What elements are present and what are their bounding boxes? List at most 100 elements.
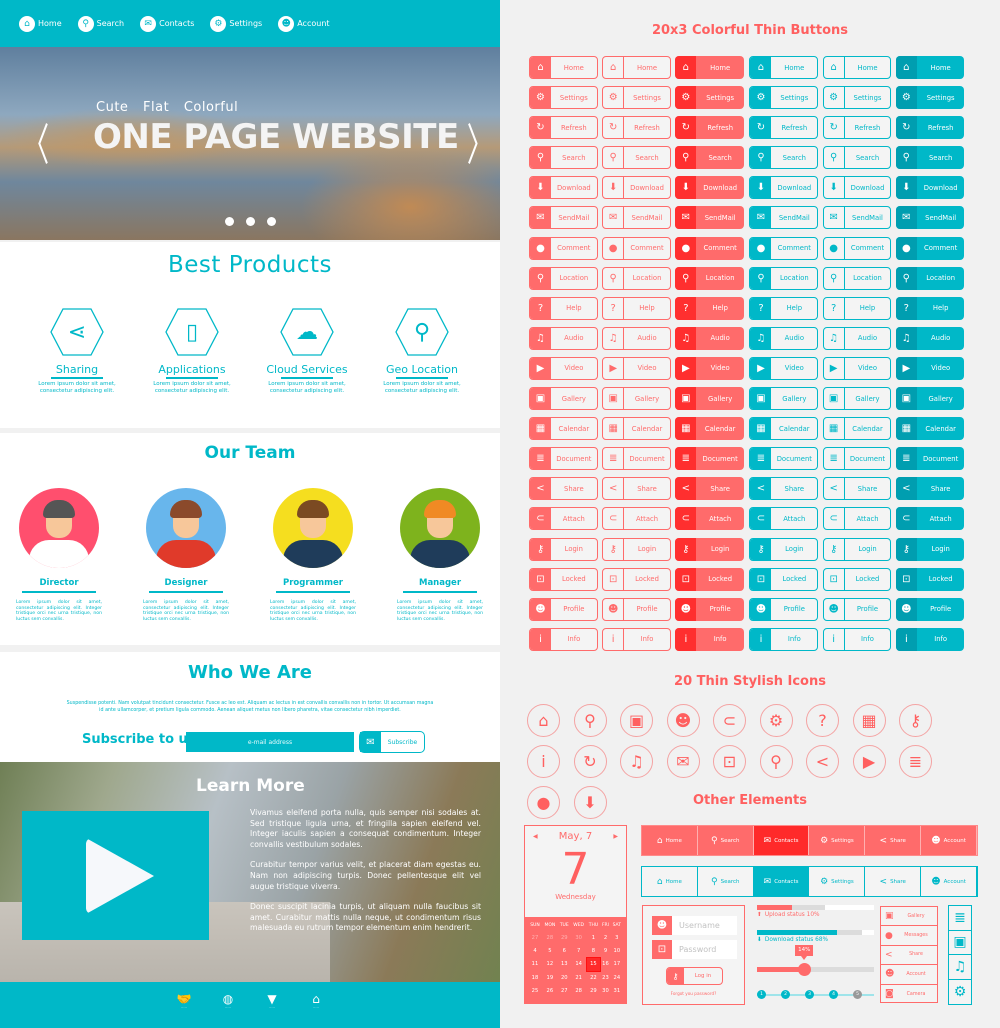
audio-button[interactable]: ♫ Audio — [675, 326, 744, 350]
audio-button[interactable]: ♫ Audio — [602, 326, 671, 350]
calendar-button[interactable]: ▦ Calendar — [602, 417, 671, 441]
login-button[interactable]: ⚷ Login — [895, 537, 965, 561]
tab-settings[interactable]: ⚙ Settings — [809, 826, 866, 855]
calendar-date[interactable]: 4 — [528, 944, 542, 957]
video-button[interactable]: ▶ Video — [675, 356, 744, 380]
calendar-date[interactable]: 30 — [571, 931, 587, 944]
audio-button[interactable]: ♫ Audio — [822, 326, 892, 350]
search-button[interactable]: ⚲ Search — [895, 146, 965, 170]
menu-item-share[interactable]: < Share — [881, 946, 937, 966]
share-button[interactable]: < Share — [602, 477, 671, 501]
sendmail-button[interactable]: ✉ SendMail — [822, 206, 892, 230]
gear-icon[interactable]: ⚙ — [949, 980, 971, 1005]
share-button[interactable]: < Share — [749, 477, 819, 501]
info-icon[interactable]: i — [527, 745, 560, 778]
next-month-button[interactable]: ▶ — [613, 833, 618, 840]
calendar-date[interactable]: 14 — [571, 958, 587, 971]
download-button[interactable]: ⬇ Download — [675, 176, 744, 200]
slide-dot[interactable] — [267, 217, 276, 226]
product-card[interactable]: ☁ Cloud Services Lorem ipsum dolor sit ame… — [252, 308, 362, 395]
download-button[interactable]: ⬇ Download — [895, 176, 965, 200]
tab-share[interactable]: < Share — [865, 826, 922, 855]
prev-month-button[interactable]: ◀ — [533, 833, 538, 840]
music-note-icon[interactable]: ♫ — [949, 955, 971, 980]
comment-button[interactable]: ● Comment — [675, 236, 744, 260]
comment-button[interactable]: ● Comment — [749, 236, 819, 260]
calendar-date[interactable]: 13 — [558, 958, 571, 971]
calendar-date[interactable]: 27 — [558, 985, 571, 998]
mail-icon[interactable]: ✉ — [666, 745, 700, 778]
nav-settings[interactable]: ⚙ Settings — [210, 15, 262, 32]
share-button[interactable]: < Share — [822, 477, 892, 501]
gallery-button[interactable]: ▣ Gallery — [822, 387, 892, 411]
attach-button[interactable]: ⊂ Attach — [675, 507, 744, 531]
tab-account[interactable]: ☻ Account — [921, 867, 977, 896]
refresh-button[interactable]: ↻ Refresh — [822, 116, 892, 140]
calendar-button[interactable]: ▦ Calendar — [822, 417, 892, 441]
sendmail-button[interactable]: ✉ SendMail — [529, 206, 598, 230]
attach-button[interactable]: ⊂ Attach — [529, 507, 598, 531]
login-button[interactable]: ⚷ Login — [529, 537, 598, 561]
calendar-date[interactable]: 28 — [542, 931, 558, 944]
tab-share[interactable]: < Share — [865, 867, 922, 896]
login-button[interactable]: ⚷ Login — [822, 537, 892, 561]
gallery-button[interactable]: ▣ Gallery — [895, 387, 965, 411]
email-input[interactable] — [186, 732, 354, 752]
percent-slider[interactable]: 14% — [757, 945, 874, 976]
comment-button[interactable]: ● Comment — [895, 236, 965, 260]
comment-button[interactable]: ● Comment — [822, 236, 892, 260]
video-button[interactable]: ▶ Video — [895, 356, 965, 380]
search-button[interactable]: ⚲ Search — [675, 146, 744, 170]
search-button[interactable]: ⚲ Search — [602, 146, 671, 170]
tab-contacts[interactable]: ✉ Contacts — [753, 826, 810, 855]
calendar-date[interactable]: 10 — [611, 944, 623, 957]
home-icon[interactable]: ⌂ — [527, 704, 560, 737]
download-button[interactable]: ⬇ Download — [749, 176, 819, 200]
document-button[interactable]: ≣ Document — [529, 447, 598, 471]
search-button[interactable]: ⚲ Search — [822, 146, 892, 170]
profile-button[interactable]: ☻ Profile — [822, 597, 892, 621]
calendar-button[interactable]: ▦ Calendar — [529, 417, 598, 441]
calendar-date[interactable]: 21 — [571, 971, 587, 984]
home-button[interactable]: ⌂ Home — [529, 56, 598, 79]
tab-home[interactable]: ⌂ Home — [642, 867, 698, 896]
slider-next-button[interactable]: 〉 — [467, 109, 493, 173]
menu-item-camera[interactable]: ◙ Camera — [881, 985, 937, 1004]
gallery-icon[interactable]: ▣ — [620, 704, 653, 737]
help-button[interactable]: ? Help — [529, 296, 598, 320]
calendar-button[interactable]: ▦ Calendar — [749, 417, 819, 441]
location-button[interactable]: ⚲ Location — [602, 266, 671, 290]
profile-button[interactable]: ☻ Profile — [895, 597, 965, 621]
globe-icon[interactable]: ◍........ — [218, 992, 238, 1028]
attach-button[interactable]: ⊂ Attach — [895, 507, 965, 531]
document-button[interactable]: ≣ Document — [895, 447, 965, 471]
info-button[interactable]: i Info — [602, 627, 671, 651]
audio-button[interactable]: ♫ Audio — [749, 326, 819, 350]
gallery-icon[interactable]: ▣ — [949, 931, 971, 955]
tab-contacts[interactable]: ✉ Contacts — [753, 867, 810, 896]
calendar-date[interactable]: 8 — [587, 944, 601, 957]
comment-button[interactable]: ● Comment — [602, 236, 671, 260]
settings-button[interactable]: ⚙ Settings — [675, 86, 744, 110]
calendar-date[interactable]: 29 — [587, 985, 601, 998]
nav-contacts[interactable]: ✉ Contacts — [140, 15, 194, 32]
calendar-date[interactable]: 29 — [558, 931, 571, 944]
calendar-date[interactable]: 23 — [600, 971, 610, 984]
profile-button[interactable]: ☻ Profile — [602, 597, 671, 621]
info-button[interactable]: i Info — [895, 627, 965, 651]
calendar-date[interactable]: 1 — [587, 931, 601, 944]
calendar-date[interactable]: 24 — [611, 971, 623, 984]
download-icon[interactable]: ⬇ — [573, 786, 607, 819]
paperclip-icon[interactable]: ⊂ — [713, 704, 746, 737]
calendar-date[interactable]: 22 — [587, 971, 601, 984]
share-button[interactable]: < Share — [895, 477, 965, 501]
sendmail-button[interactable]: ✉ SendMail — [895, 206, 965, 230]
key-icon[interactable]: ⚷ — [899, 704, 932, 737]
gallery-button[interactable]: ▣ Gallery — [529, 387, 598, 411]
download-button[interactable]: ⬇ Download — [822, 176, 892, 200]
profile-button[interactable]: ☻ Profile — [675, 597, 744, 621]
calendar-date[interactable]: 26 — [542, 985, 558, 998]
calendar-button[interactable]: ▦ Calendar — [675, 417, 744, 441]
help-button[interactable]: ? Help — [895, 296, 965, 320]
login-button[interactable]: ⚷ Log in — [666, 967, 723, 985]
